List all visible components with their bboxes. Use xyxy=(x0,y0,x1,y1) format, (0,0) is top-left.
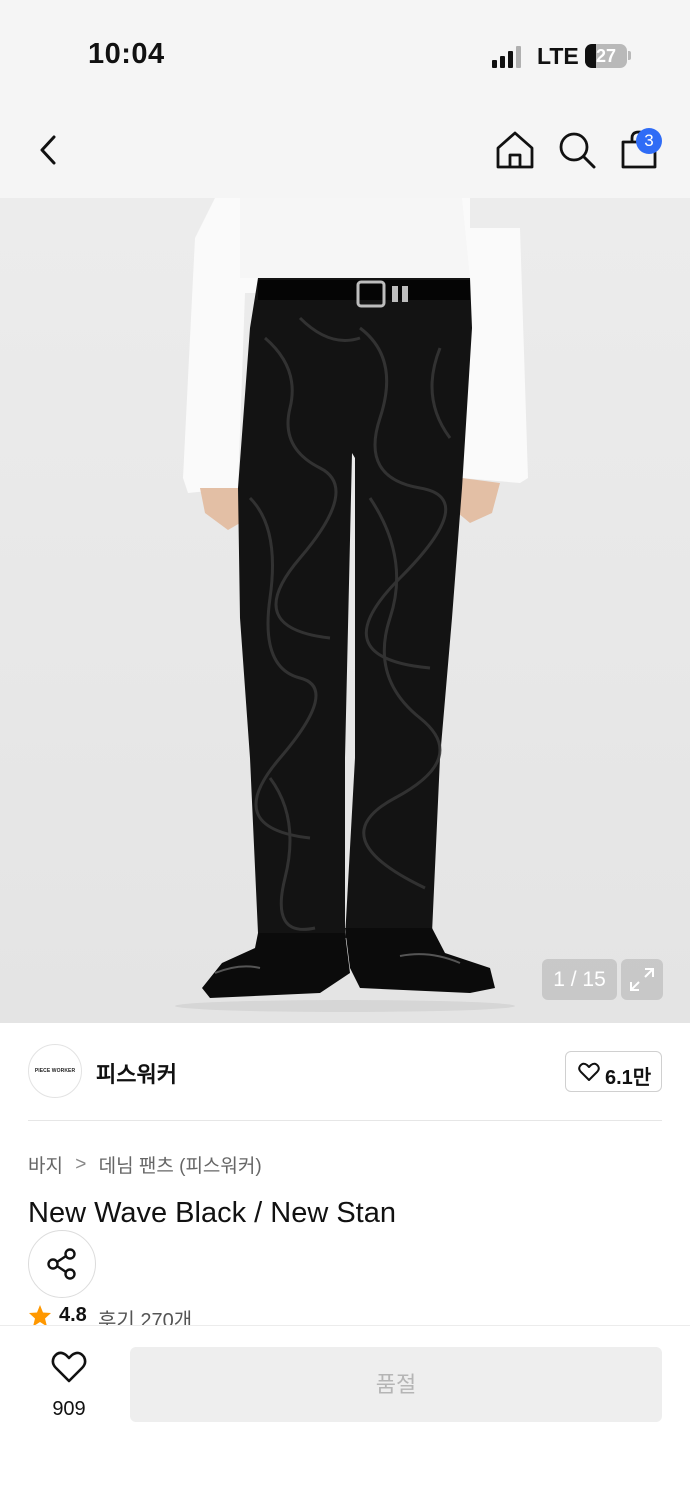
back-button[interactable] xyxy=(28,128,72,172)
divider xyxy=(28,1120,662,1121)
home-icon xyxy=(496,131,534,169)
star-icon xyxy=(29,1305,51,1326)
bottom-action-bar: 909 품절 xyxy=(0,1325,690,1500)
status-time: 10:04 xyxy=(88,38,165,70)
back-icon xyxy=(40,135,56,165)
share-button[interactable] xyxy=(28,1230,96,1298)
brand-logo[interactable]: PIECE WORKER xyxy=(28,1044,82,1098)
breadcrumb: 바지 > 데님 팬츠 (피스워커) xyxy=(28,1151,262,1178)
breadcrumb-category[interactable]: 바지 xyxy=(28,1156,63,1177)
wishlist-count: 909 xyxy=(52,1398,86,1420)
sold-out-button[interactable]: 품절 xyxy=(130,1347,662,1422)
brand-like-button[interactable]: 6.1만 xyxy=(565,1051,662,1092)
product-title: New Wave Black / New Stan xyxy=(28,1197,396,1229)
brand-name[interactable]: 피스워커 xyxy=(96,1057,177,1089)
breadcrumb-subcategory[interactable]: 데님 팬츠 (피스워커) xyxy=(99,1156,262,1177)
product-image[interactable] xyxy=(0,198,690,1023)
search-button[interactable] xyxy=(555,128,599,172)
expand-icon xyxy=(630,968,654,991)
cart-count-badge: 3 xyxy=(636,128,662,154)
expand-image-button[interactable] xyxy=(621,959,663,1000)
chevron-right-icon: > xyxy=(75,1153,87,1175)
review-count[interactable]: 후기 270개 xyxy=(98,1304,192,1326)
heart-icon xyxy=(51,1351,87,1383)
network-type: LTE xyxy=(537,43,579,69)
wishlist-button[interactable]: 909 xyxy=(40,1348,98,1428)
jeans-model-photo xyxy=(0,198,690,1023)
rating-value: 4.8 xyxy=(59,1304,87,1326)
brand-like-count: 6.1만 xyxy=(605,1067,652,1089)
brand-row[interactable]: PIECE WORKER 피스워커 6.1만 xyxy=(0,1023,690,1121)
search-icon xyxy=(559,132,596,169)
gallery-page-indicator: 1 / 15 xyxy=(542,959,617,1000)
top-nav-bar xyxy=(0,110,690,198)
status-bar: 10:04 LTE 27 xyxy=(0,0,690,110)
share-icon xyxy=(47,1248,76,1280)
battery-icon: 27 xyxy=(585,44,627,68)
heart-icon xyxy=(578,1062,600,1081)
rating-row[interactable]: 4.8 후기 270개 xyxy=(28,1304,628,1326)
battery-level: 27 xyxy=(595,46,617,66)
home-button[interactable] xyxy=(493,128,537,172)
signal-icon xyxy=(492,46,522,68)
